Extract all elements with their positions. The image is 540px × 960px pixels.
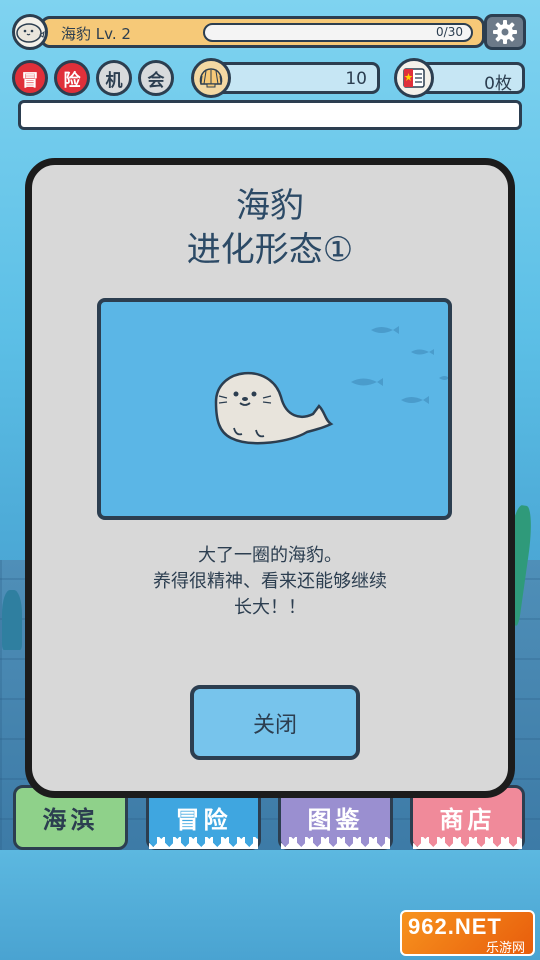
xp-progress-bar: 0/30 [203, 23, 473, 42]
description-line-3: 长大！！ [234, 597, 306, 618]
adventure-chip-2[interactable]: 险 [54, 60, 90, 96]
chance-chip-1[interactable]: 机 [96, 60, 132, 96]
description-line-1: 大了一圈的海豹。 [198, 545, 342, 566]
chance-chip-2[interactable]: 会 [138, 60, 174, 96]
gear-icon [493, 20, 517, 44]
dialog-subtitle: 进化形态① [186, 230, 354, 270]
watermark-sub-text: 乐游网 [485, 941, 525, 956]
seal-illustration [97, 298, 452, 520]
site-watermark-logo: 962.NET 乐游网 [400, 910, 535, 956]
seal-avatar-icon[interactable] [12, 14, 48, 50]
nav-encyclopedia-label: 图鉴 [307, 806, 364, 834]
coupon-icon [394, 58, 434, 98]
coupon-count: 0枚 [484, 74, 512, 94]
dialog-title: 海豹 [236, 186, 304, 226]
close-button[interactable]: 关闭 [190, 685, 360, 760]
player-name-level: 海豹 Lv. 2 [61, 25, 131, 43]
nav-shop-label: 商店 [439, 806, 496, 834]
dialog-description: 大了一圈的海豹。 养得很精神、看来还能够继续 长大！！ [32, 543, 508, 621]
settings-button[interactable] [484, 14, 526, 50]
nav-beach-label: 海滨 [42, 806, 99, 834]
nav-adventure-label: 冒险 [175, 806, 232, 834]
shell-icon [191, 58, 231, 98]
adventure-chip-1[interactable]: 冒 [12, 60, 48, 96]
nav-teeth-decoration [413, 837, 522, 849]
seal-icon [214, 372, 334, 445]
nav-teeth-decoration [149, 837, 258, 849]
evolution-dialog: 海豹 进化形态① 大了一圈的海豹。 养得很精神、看来还能够继续 长大！！ 关闭 [25, 158, 515, 798]
seaweed-left [2, 590, 22, 650]
player-status-bar: 海豹 Lv. 2 0/30 [10, 12, 530, 52]
nav-teeth-decoration [281, 837, 390, 849]
fish-icon [351, 326, 448, 404]
shell-count: 10 [345, 69, 367, 89]
player-name-bar: 海豹 Lv. 2 0/30 [40, 16, 485, 48]
message-bar [18, 100, 522, 130]
resource-bar: 冒 险 机 会 10 0枚 [10, 58, 530, 98]
xp-progress-text: 0/30 [436, 25, 463, 39]
description-line-2: 养得很精神、看来还能够继续 [153, 571, 387, 592]
